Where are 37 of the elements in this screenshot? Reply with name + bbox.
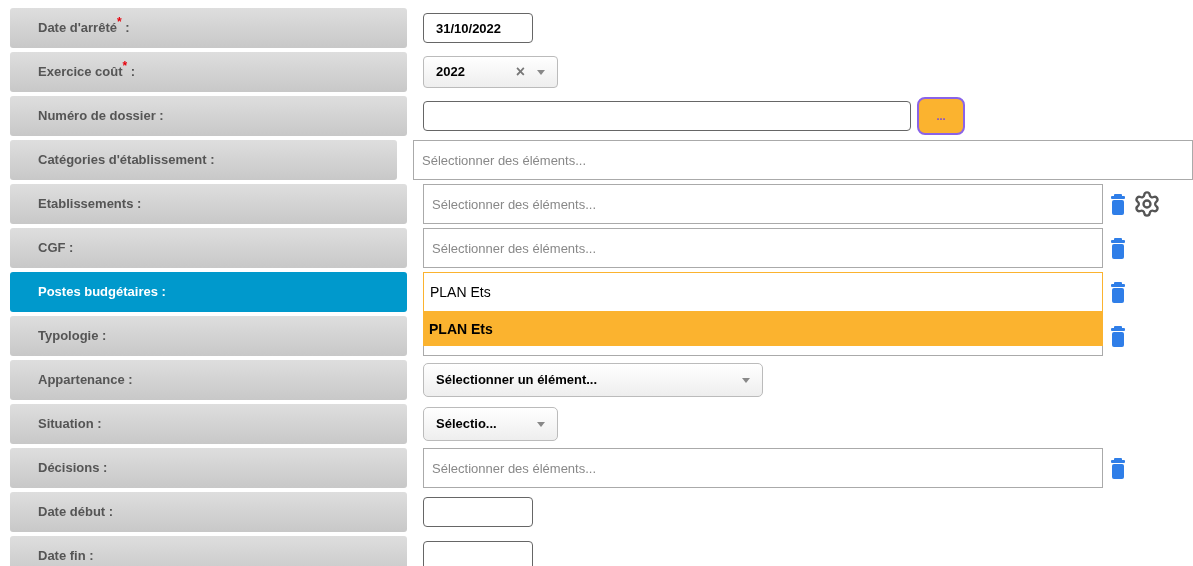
field-label: Typologie : bbox=[10, 316, 407, 356]
select-value: 2022 bbox=[436, 63, 466, 82]
field-label: Décisions : bbox=[10, 448, 407, 488]
field-label: Date fin : bbox=[10, 536, 407, 566]
dropdown-select[interactable]: Sélectionner un élément... bbox=[423, 363, 763, 397]
multiselect-field[interactable]: Sélectionner des éléments... bbox=[423, 184, 1103, 224]
select-value: Sélectionner un élément... bbox=[436, 371, 599, 390]
dropdown-select[interactable]: Sélectio... bbox=[423, 407, 558, 441]
settings-icon[interactable] bbox=[1133, 190, 1161, 218]
multiselect-field[interactable]: Sélectionner des éléments... bbox=[423, 228, 1103, 268]
caret-icon bbox=[742, 377, 750, 383]
field-label: Catégories d'établissement : bbox=[10, 140, 397, 180]
trash-icon[interactable] bbox=[1111, 457, 1125, 479]
field-label: Situation : bbox=[10, 404, 407, 444]
dropdown-option[interactable]: PLAN Ets bbox=[423, 312, 1103, 346]
trash-icon[interactable] bbox=[1111, 237, 1125, 259]
text-field[interactable] bbox=[423, 101, 911, 131]
field-label: Date début : bbox=[10, 492, 407, 532]
caret-icon bbox=[537, 69, 545, 75]
field-label: Numéro de dossier : bbox=[10, 96, 407, 136]
date-field[interactable] bbox=[423, 497, 533, 527]
date-field[interactable] bbox=[423, 541, 533, 566]
year-select[interactable]: 2022 × bbox=[423, 56, 558, 88]
caret-icon bbox=[537, 421, 545, 427]
field-label: CGF : bbox=[10, 228, 407, 268]
field-label: Appartenance : bbox=[10, 360, 407, 400]
multiselect-field[interactable]: Sélectionner des éléments... bbox=[413, 140, 1193, 180]
field-label: Postes budgétaires : bbox=[10, 272, 407, 312]
trash-icon[interactable] bbox=[1111, 193, 1125, 215]
date-field[interactable]: 31/10/2022 bbox=[423, 13, 533, 43]
clear-icon[interactable]: × bbox=[515, 64, 525, 80]
field-label: Etablissements : bbox=[10, 184, 407, 224]
multiselect-field[interactable]: Sélectionner des éléments... bbox=[423, 448, 1103, 488]
search-field[interactable]: PLAN Ets bbox=[423, 272, 1103, 312]
select-value: Sélectio... bbox=[436, 415, 498, 434]
trash-icon[interactable] bbox=[1111, 281, 1125, 303]
trash-icon[interactable] bbox=[1111, 325, 1125, 347]
